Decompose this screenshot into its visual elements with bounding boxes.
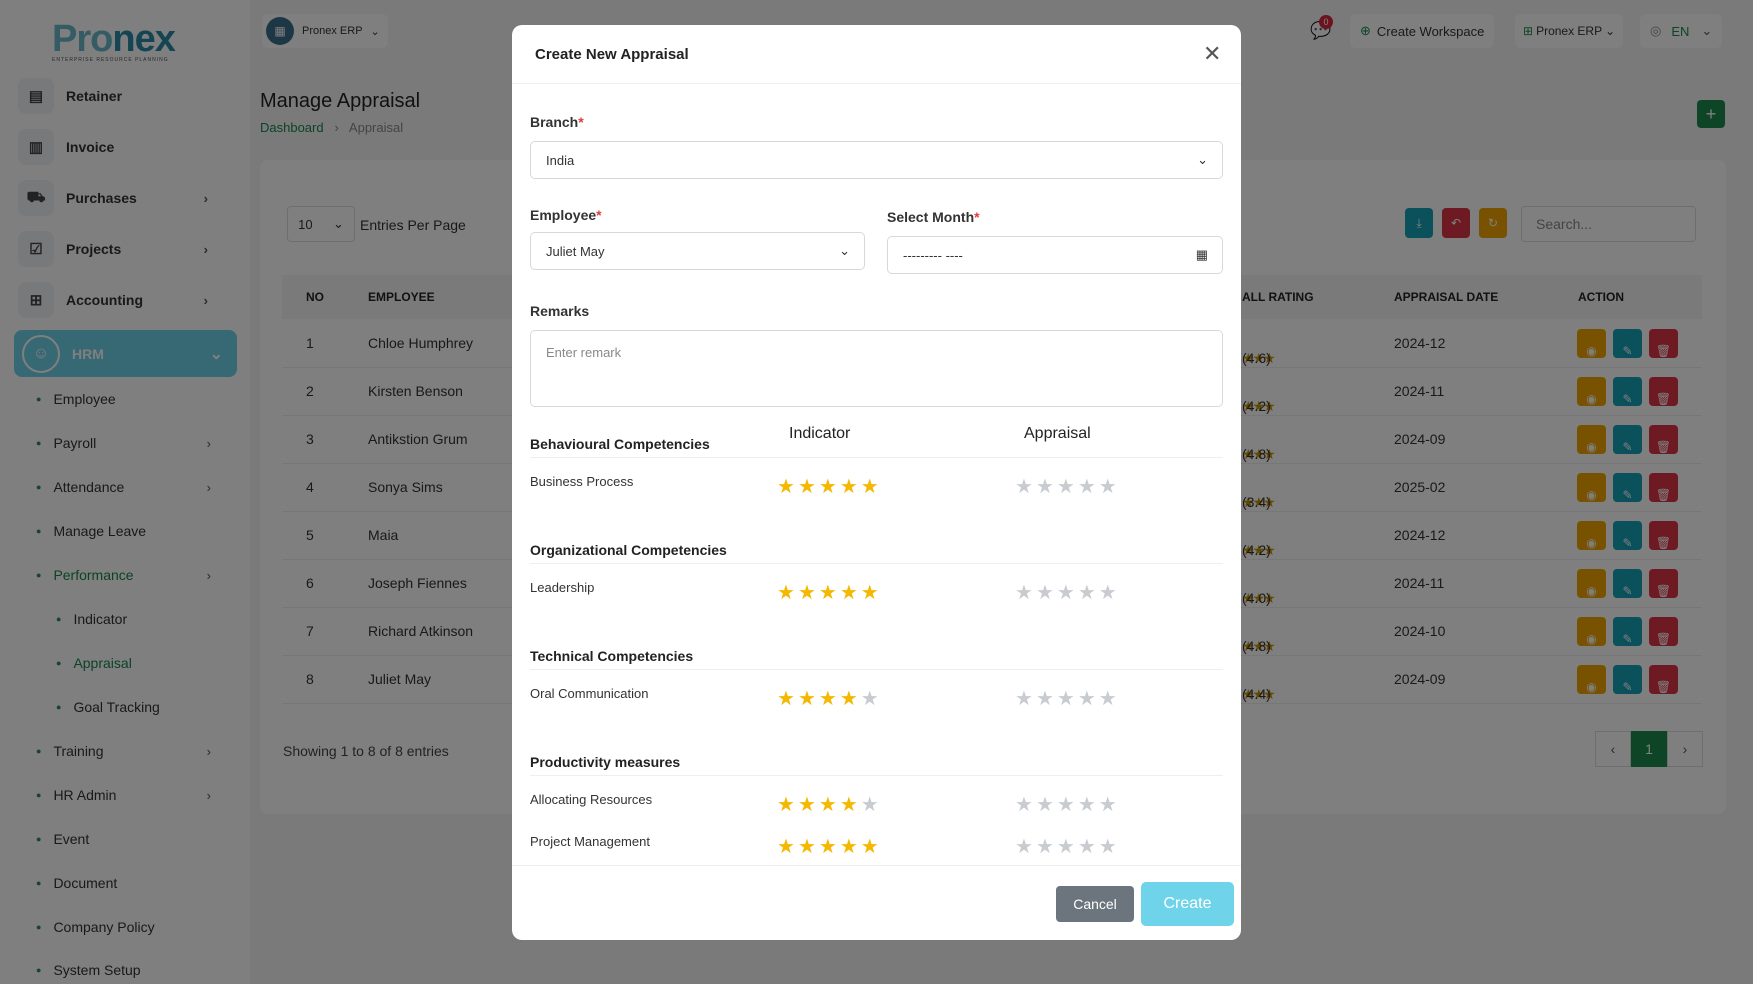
section-divider [530,775,1223,776]
star-icon[interactable]: ★ [1057,837,1075,857]
modal-header-divider [512,83,1241,84]
star-icon[interactable]: ★ [1078,795,1096,815]
star-icon[interactable]: ★ [1015,689,1033,709]
star-icon[interactable]: ★ [1036,837,1054,857]
star-icon[interactable]: ★ [819,583,837,603]
criteria-label: Business Process [530,474,634,489]
star-icon[interactable]: ★ [798,795,816,815]
appraisal-rating[interactable]: ★ ★ ★ ★ ★ [1015,583,1117,603]
calendar-icon[interactable]: ▦ [1196,247,1208,263]
star-icon[interactable]: ★ [798,583,816,603]
section-divider [530,457,1223,458]
star-icon[interactable]: ★ [840,477,858,497]
star-icon[interactable]: ★ [819,477,837,497]
star-icon[interactable]: ★ [1078,689,1096,709]
select-month-label: Select Month* [887,209,980,225]
star-icon[interactable]: ★ [1036,477,1054,497]
star-icon[interactable]: ★ [777,477,795,497]
star-icon[interactable]: ★ [1099,477,1117,497]
star-icon[interactable]: ★ [861,477,879,497]
section-title: Productivity measures [530,754,681,770]
star-icon[interactable]: ★ [819,795,837,815]
create-appraisal-modal: Create New Appraisal ✕ Branch* India ⌄ E… [512,25,1241,940]
indicator-rating[interactable]: ★ ★ ★ ★ ★ [777,837,879,857]
star-icon[interactable]: ★ [1078,477,1096,497]
star-icon[interactable]: ★ [1015,477,1033,497]
star-icon[interactable]: ★ [1078,583,1096,603]
star-icon[interactable]: ★ [819,689,837,709]
criteria-label: Allocating Resources [530,792,653,807]
star-icon[interactable]: ★ [861,795,879,815]
section-title: Organizational Competencies [530,542,727,558]
branch-label: Branch* [530,114,584,130]
star-icon[interactable]: ★ [840,837,858,857]
cancel-button[interactable]: Cancel [1056,886,1134,922]
employee-select[interactable]: Juliet May ⌄ [530,232,865,270]
star-icon[interactable]: ★ [1015,583,1033,603]
criteria-label: Project Management [530,834,650,849]
star-icon[interactable]: ★ [1057,583,1075,603]
appraisal-column-heading: Appraisal [1024,425,1091,442]
star-icon[interactable]: ★ [1057,689,1075,709]
star-icon[interactable]: ★ [1099,689,1117,709]
remarks-label: Remarks [530,303,590,319]
criteria-label: Leadership [530,580,595,595]
close-icon[interactable]: ✕ [1203,41,1221,67]
star-icon[interactable]: ★ [840,689,858,709]
star-icon[interactable]: ★ [777,837,795,857]
indicator-rating[interactable]: ★ ★ ★ ★ ★ [777,795,879,815]
section-divider [530,669,1223,670]
appraisal-rating[interactable]: ★ ★ ★ ★ ★ [1015,795,1117,815]
star-icon[interactable]: ★ [1015,795,1033,815]
remarks-textarea[interactable]: Enter remark [530,330,1223,407]
star-icon[interactable]: ★ [861,837,879,857]
star-icon[interactable]: ★ [1036,583,1054,603]
employee-label: Employee* [530,207,602,223]
chevron-down-icon: ⌄ [839,243,850,258]
modal-footer-divider [512,865,1241,866]
month-input[interactable]: --------- ---- ▦ [887,236,1223,274]
star-icon[interactable]: ★ [840,583,858,603]
star-icon[interactable]: ★ [1036,795,1054,815]
branch-select[interactable]: India ⌄ [530,141,1223,179]
section-title: Technical Competencies [530,648,694,664]
section-title: Behavioural Competencies [530,436,710,452]
star-icon[interactable]: ★ [798,477,816,497]
star-icon[interactable]: ★ [840,795,858,815]
star-icon[interactable]: ★ [798,689,816,709]
star-icon[interactable]: ★ [1057,795,1075,815]
star-icon[interactable]: ★ [1099,583,1117,603]
appraisal-rating[interactable]: ★ ★ ★ ★ ★ [1015,689,1117,709]
star-icon[interactable]: ★ [861,689,879,709]
star-icon[interactable]: ★ [1099,837,1117,857]
indicator-rating[interactable]: ★ ★ ★ ★ ★ [777,689,879,709]
indicator-column-heading: Indicator [789,425,851,442]
star-icon[interactable]: ★ [1036,689,1054,709]
star-icon[interactable]: ★ [1057,477,1075,497]
modal-title: Create New Appraisal [535,46,689,63]
star-icon[interactable]: ★ [777,795,795,815]
star-icon[interactable]: ★ [819,837,837,857]
star-icon[interactable]: ★ [777,583,795,603]
indicator-rating[interactable]: ★ ★ ★ ★ ★ [777,477,879,497]
appraisal-rating[interactable]: ★ ★ ★ ★ ★ [1015,477,1117,497]
star-icon[interactable]: ★ [798,837,816,857]
star-icon[interactable]: ★ [777,689,795,709]
section-divider [530,563,1223,564]
star-icon[interactable]: ★ [861,583,879,603]
star-icon[interactable]: ★ [1015,837,1033,857]
chevron-down-icon: ⌄ [1197,152,1208,167]
star-icon[interactable]: ★ [1099,795,1117,815]
appraisal-rating[interactable]: ★ ★ ★ ★ ★ [1015,837,1117,857]
criteria-label: Oral Communication [530,686,649,701]
indicator-rating[interactable]: ★ ★ ★ ★ ★ [777,583,879,603]
create-button[interactable]: Create [1141,882,1234,926]
star-icon[interactable]: ★ [1078,837,1096,857]
